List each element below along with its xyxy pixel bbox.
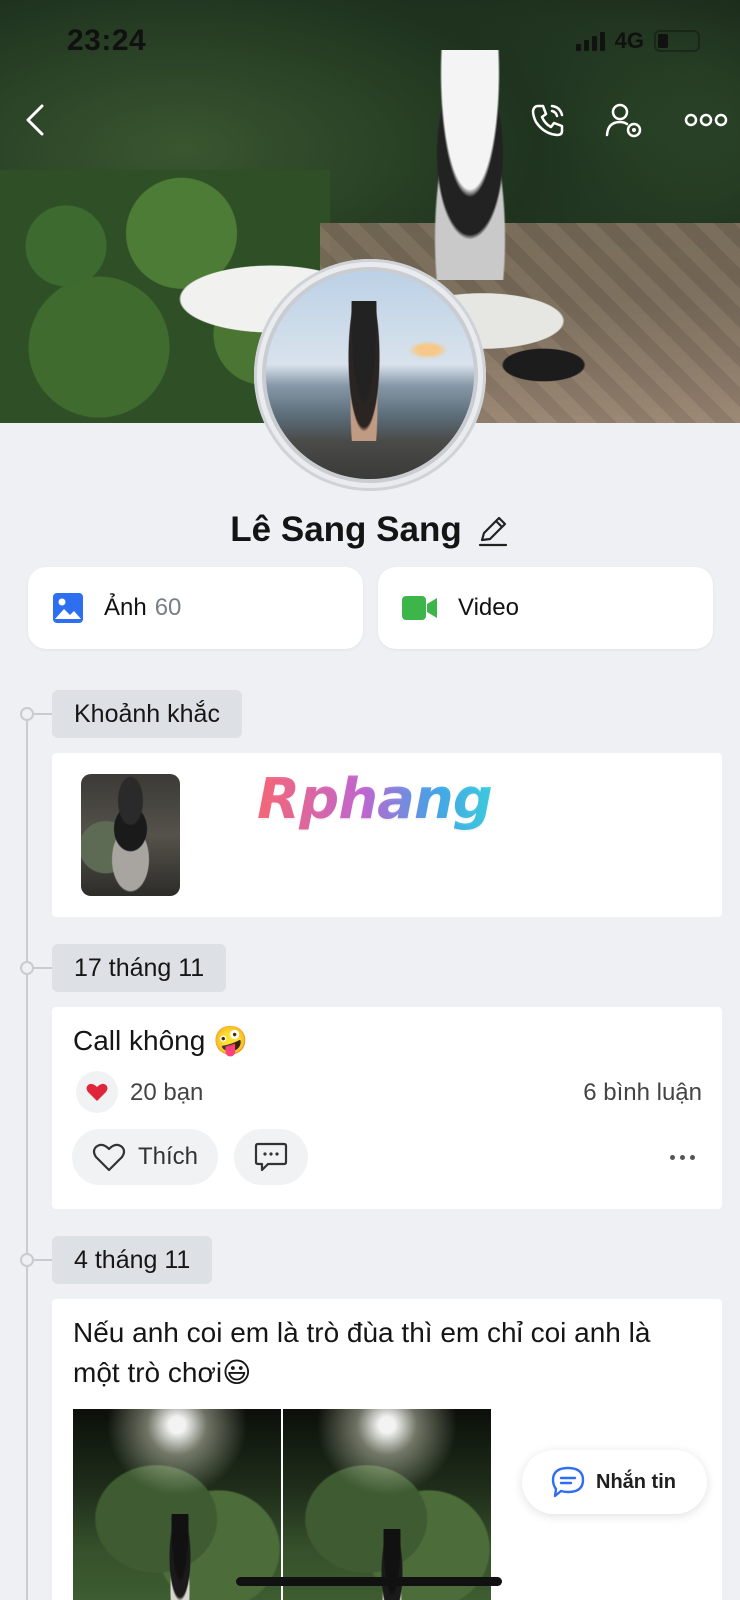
edit-name-button[interactable]	[476, 513, 510, 547]
post-more-button[interactable]	[662, 1141, 702, 1173]
more-horizontal-icon	[684, 113, 728, 127]
photos-button[interactable]: Ảnh 60	[28, 567, 363, 649]
signal-icon	[575, 31, 605, 51]
post-text: Call không 🤪	[73, 1025, 248, 1056]
message-button[interactable]: Nhắn tin	[522, 1450, 707, 1514]
status-indicators: 4G	[575, 28, 700, 54]
post-text-line: Nếu anh coi em là trò đùa thì em chỉ coi…	[73, 1317, 651, 1348]
heart-icon	[86, 1083, 108, 1101]
status-time: 23:24	[67, 24, 147, 57]
phone-call-icon	[531, 104, 564, 137]
profile-avatar[interactable]	[254, 259, 486, 491]
comment-count[interactable]: 6 bình luận	[583, 1079, 702, 1107]
post-text: Nếu anh coi em là trò đùa thì em chỉ coi…	[73, 1313, 650, 1393]
post-card: Call không 🤪 20 bạn 6 bình luận Thích	[52, 1007, 722, 1209]
like-button[interactable]: Thích	[72, 1129, 218, 1185]
post-photo[interactable]	[73, 1409, 281, 1600]
videos-button[interactable]: Video	[378, 567, 713, 649]
pencil-icon	[478, 516, 507, 547]
cover-rider	[420, 50, 520, 280]
heart-outline-icon	[92, 1143, 126, 1172]
moments-chip: Khoảnh khắc	[52, 690, 242, 738]
timeline-dot	[20, 1253, 34, 1267]
user-settings-icon	[605, 103, 642, 138]
back-button[interactable]	[12, 96, 60, 144]
comment-icon	[254, 1142, 288, 1172]
moment-thumbnail[interactable]	[81, 774, 180, 896]
chevron-left-icon	[26, 104, 44, 136]
photos-count: 60	[154, 594, 182, 621]
avatar-photo	[262, 267, 478, 483]
post-text-line: một trò chơi😃	[73, 1357, 252, 1388]
photos-label-group: Ảnh 60	[104, 594, 181, 622]
timeline-line	[26, 713, 28, 1600]
battery-icon	[654, 30, 700, 52]
timeline-dot	[20, 707, 34, 721]
photo-icon	[53, 593, 83, 623]
post-photo[interactable]	[283, 1409, 491, 1600]
videos-label: Video	[458, 594, 519, 621]
reaction-count[interactable]: 20 bạn	[130, 1079, 203, 1107]
post-date-chip: 17 tháng 11	[52, 944, 227, 992]
moments-card: Rphang	[52, 753, 722, 917]
photos-label: Ảnh	[104, 594, 147, 621]
profile-settings-button[interactable]	[600, 96, 648, 144]
more-options-button[interactable]	[680, 96, 732, 144]
comment-button[interactable]	[234, 1129, 308, 1185]
chat-bubble-icon	[551, 1466, 585, 1498]
reaction-summary[interactable]	[76, 1071, 118, 1113]
video-camera-icon	[402, 596, 437, 620]
home-indicator[interactable]	[236, 1577, 502, 1586]
post-date-chip: 4 tháng 11	[52, 1236, 213, 1284]
timeline-dot	[20, 961, 34, 975]
watermark-logo: Rphang	[257, 767, 493, 832]
profile-name-row: Lê Sang Sang	[0, 500, 740, 560]
network-type: 4G	[614, 28, 644, 53]
profile-name: Lê Sang Sang	[230, 510, 462, 549]
call-button[interactable]	[524, 96, 572, 144]
message-button-label: Nhắn tin	[596, 1470, 676, 1493]
like-label: Thích	[138, 1143, 199, 1170]
